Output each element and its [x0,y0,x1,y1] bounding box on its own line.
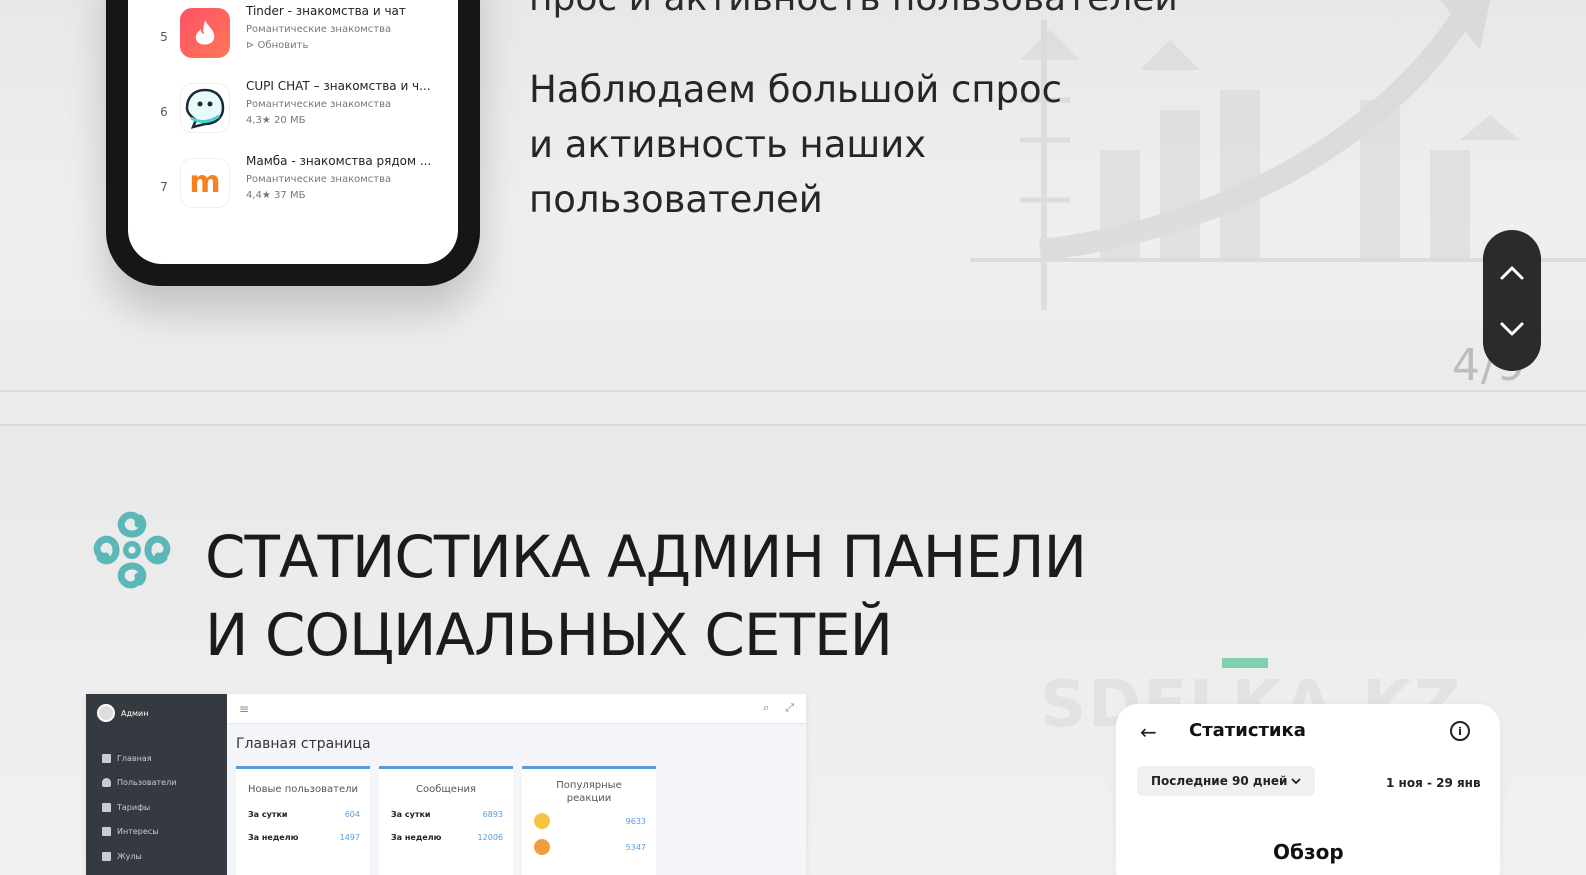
card-title: Сообщения [415,784,476,795]
row-label: За сутки [391,810,431,819]
slide-divider [0,390,1586,426]
chevron-down-icon [1500,322,1524,335]
app-rating-size: 4,3★ 20 МБ [246,115,306,126]
row-label: За неделю [391,833,442,842]
kazakh-ornament-icon [93,511,171,589]
row-value: 1497 [339,833,360,842]
phone-mockup: 5 Tinder - знакомства и чат Романтически… [106,0,480,286]
admin-tools: ⌕ ⤢ [763,701,794,715]
slide-body-text: Наблюдаем большой спрос и активность наш… [529,62,1129,227]
date-range-text: 1 ноя - 29 янв [1386,776,1481,790]
stats-title: Статистика [1189,720,1306,741]
row-value: 6893 [482,810,503,819]
list-icon [102,802,111,812]
card-row: 5347 [522,839,656,855]
list-item[interactable]: 5 Tinder - знакомства и чат Романтически… [128,4,458,78]
cupi-chat-icon [180,83,230,133]
mamba-icon: m [180,158,230,208]
list-item[interactable]: 6 CUPI CHAT – знакомства и ч... Романтич… [128,79,458,153]
sidebar-item-tariffs[interactable]: Тарифы [102,795,176,820]
info-icon[interactable]: i [1450,721,1470,741]
next-slide-button[interactable] [1492,309,1532,349]
calendar-icon [102,827,111,837]
app-name: Tinder - знакомства и чат [246,4,406,18]
tinder-icon [180,8,230,58]
sidebar-item-label: Тарифы [117,802,151,812]
app-category: Романтические знакомства [246,99,392,110]
row-label: За сутки [248,810,288,819]
slide-text-line: Наблюдаем большой спрос [529,68,1063,111]
row-value: 9633 [625,816,646,826]
stat-card-messages: Сообщения За сутки 6893 За неделю 12006 [379,766,513,875]
sidebar-item-home[interactable]: Главная [102,746,176,771]
slide-bottom: СТАТИСТИКА АДМИН ПАНЕЛИ И СОЦИАЛЬНЫХ СЕТ… [0,428,1586,875]
app-name: Мамба - знакомства рядом ... [246,154,432,168]
sidebar-item-interests[interactable]: Интересы [102,820,176,845]
card-row: За неделю 1497 [236,833,370,842]
slide-text-line: и активность наших [529,123,927,166]
card-row: 9633 [522,813,656,829]
fullscreen-icon[interactable]: ⤢ [785,701,794,715]
card-row: За неделю 12006 [379,833,513,842]
admin-user[interactable]: Админ [97,704,148,722]
slide-top: прос и активность пользователей 5 Tinder… [0,0,1586,392]
app-rank: 7 [160,180,168,194]
menu-icon[interactable]: ≡ [239,702,249,716]
admin-menu: Главная Пользователи Тарифы Интересы Жул… [102,746,176,869]
sidebar-item-label: Главная [117,753,152,763]
app-rank: 6 [160,105,168,119]
fire-emoji-icon [534,839,550,855]
sidebar-item-complaints[interactable]: Жулы [102,844,176,869]
admin-user-name: Админ [121,708,149,718]
app-category: Романтические знакомства [246,174,392,185]
admin-sidebar: Админ Главная Пользователи Тарифы Интере… [86,694,227,875]
accent-bar [1222,658,1268,668]
row-value: 604 [344,810,360,819]
card-title: Популярные реакции [556,780,622,804]
card-title: Новые пользователи [247,784,359,795]
card-row: За сутки 6893 [379,810,513,819]
box-icon [102,851,111,861]
stat-card-new-users: Новые пользователи За сутки 604 За неделю… [236,766,370,875]
admin-topbar: ≡ ⌕ ⤢ [227,694,806,724]
previous-slide-button[interactable] [1492,253,1532,293]
app-category: Романтические знакомства [246,24,392,35]
partial-heading: прос и активность пользователей [529,0,1178,19]
sidebar-item-label: Интересы [117,827,159,837]
app-rating-size: 4,4★ 37 МБ [246,190,306,201]
stat-card-reactions: Популярные реакции 9633 5347 [522,766,656,875]
search-icon[interactable]: ⌕ [763,701,769,715]
app-store-list: 5 Tinder - знакомства и чат Романтически… [128,0,458,264]
statistics-screen: ← Статистика i Последние 90 дней 1 ноя -… [1116,704,1500,875]
heart-eyes-emoji-icon [534,813,550,829]
update-link[interactable]: ⊳ Обновить [246,40,308,51]
app-name: CUPI CHAT – знакомства и ч... [246,79,431,93]
date-range-label: Последние 90 дней [1151,774,1288,788]
list-item[interactable]: 7 m Мамба - знакомства рядом ... Романти… [128,154,458,228]
row-label: За неделю [248,833,299,842]
chevron-up-icon [1500,266,1524,279]
sidebar-item-label: Жулы [117,851,142,861]
app-rank: 5 [160,30,168,44]
overview-heading: Обзор [1273,840,1344,864]
slide-navigation [1483,230,1541,371]
section-title: СТАТИСТИКА АДМИН ПАНЕЛИ И СОЦИАЛЬНЫХ СЕТ… [205,523,1087,669]
grid-icon [102,753,111,763]
back-arrow-icon[interactable]: ← [1140,720,1157,744]
card-row: За сутки 604 [236,810,370,819]
user-icon [102,778,111,788]
page-title: Главная страница [236,736,371,752]
avatar [97,704,115,722]
row-value: 5347 [625,842,646,852]
sidebar-item-users[interactable]: Пользователи [102,771,176,796]
slide-text-line: пользователей [529,178,823,221]
admin-panel-screenshot: Админ Главная Пользователи Тарифы Интере… [86,694,806,875]
sidebar-item-label: Пользователи [117,778,177,788]
date-range-dropdown[interactable]: Последние 90 дней [1137,766,1316,796]
row-value: 12006 [477,833,503,842]
chevron-down-icon [1291,777,1302,784]
